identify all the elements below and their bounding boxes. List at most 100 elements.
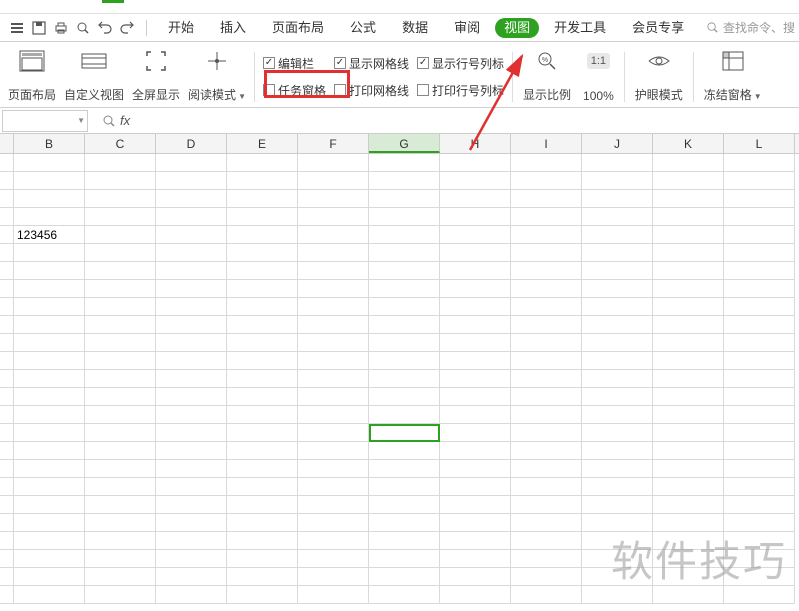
cell[interactable] xyxy=(369,226,440,244)
cell[interactable] xyxy=(0,388,14,406)
column-header[interactable]: I xyxy=(511,134,582,153)
cell[interactable] xyxy=(511,478,582,496)
cell[interactable] xyxy=(85,478,156,496)
cell[interactable] xyxy=(0,550,14,568)
cell[interactable] xyxy=(440,262,511,280)
cell[interactable] xyxy=(14,478,85,496)
cell[interactable] xyxy=(440,280,511,298)
column-header[interactable]: G xyxy=(369,134,440,153)
cell[interactable] xyxy=(440,388,511,406)
cell[interactable] xyxy=(724,370,795,388)
cell[interactable] xyxy=(14,586,85,604)
cell[interactable] xyxy=(0,586,14,604)
cell[interactable] xyxy=(298,406,369,424)
column-header[interactable]: F xyxy=(298,134,369,153)
cell[interactable] xyxy=(14,370,85,388)
cell[interactable] xyxy=(227,208,298,226)
cell[interactable] xyxy=(298,514,369,532)
cell[interactable] xyxy=(369,388,440,406)
cell[interactable] xyxy=(227,424,298,442)
cell[interactable] xyxy=(724,532,795,550)
cell[interactable] xyxy=(14,568,85,586)
cell[interactable] xyxy=(85,172,156,190)
cell[interactable] xyxy=(0,226,14,244)
cell[interactable] xyxy=(653,460,724,478)
cell[interactable] xyxy=(0,478,14,496)
cell[interactable] xyxy=(227,280,298,298)
cell[interactable] xyxy=(653,298,724,316)
cell[interactable] xyxy=(156,298,227,316)
cell[interactable] xyxy=(582,244,653,262)
cell[interactable] xyxy=(227,568,298,586)
cell[interactable] xyxy=(14,154,85,172)
cell[interactable] xyxy=(85,496,156,514)
cell[interactable] xyxy=(511,316,582,334)
cell[interactable] xyxy=(0,154,14,172)
cell[interactable] xyxy=(440,532,511,550)
column-header[interactable]: C xyxy=(85,134,156,153)
cell[interactable] xyxy=(227,532,298,550)
cell[interactable] xyxy=(511,172,582,190)
cell[interactable] xyxy=(156,568,227,586)
undo-icon[interactable] xyxy=(96,19,114,37)
cell[interactable] xyxy=(724,280,795,298)
cell[interactable] xyxy=(298,568,369,586)
cell[interactable] xyxy=(511,406,582,424)
cell[interactable] xyxy=(369,334,440,352)
cell[interactable] xyxy=(440,208,511,226)
cell[interactable] xyxy=(298,190,369,208)
cell[interactable] xyxy=(227,388,298,406)
cell[interactable] xyxy=(298,226,369,244)
cell[interactable] xyxy=(653,352,724,370)
cell[interactable] xyxy=(653,388,724,406)
cell[interactable] xyxy=(440,424,511,442)
cell[interactable] xyxy=(369,424,440,442)
cell[interactable] xyxy=(511,370,582,388)
tab-formula[interactable]: 公式 xyxy=(339,14,387,42)
cell[interactable] xyxy=(653,424,724,442)
cell[interactable] xyxy=(14,532,85,550)
reading-mode-button[interactable]: 阅读模式▼ xyxy=(184,47,250,107)
cell[interactable] xyxy=(653,442,724,460)
cell[interactable] xyxy=(14,298,85,316)
name-box[interactable]: ▼ xyxy=(2,110,88,132)
cell[interactable] xyxy=(227,334,298,352)
cell[interactable] xyxy=(653,478,724,496)
checkbox-task-pane[interactable]: 任务窗格 xyxy=(263,82,326,99)
cell[interactable] xyxy=(14,550,85,568)
cell[interactable] xyxy=(14,334,85,352)
cell[interactable] xyxy=(369,370,440,388)
cell[interactable] xyxy=(440,442,511,460)
cell[interactable] xyxy=(156,208,227,226)
cell[interactable] xyxy=(14,280,85,298)
cell[interactable] xyxy=(511,298,582,316)
freeze-panes-button[interactable]: 冻结窗格▼ xyxy=(698,47,768,107)
cell[interactable] xyxy=(724,514,795,532)
cell[interactable] xyxy=(582,496,653,514)
cell[interactable] xyxy=(511,352,582,370)
cell[interactable] xyxy=(14,496,85,514)
cell[interactable] xyxy=(156,226,227,244)
cell[interactable] xyxy=(156,442,227,460)
cell[interactable] xyxy=(85,244,156,262)
cell[interactable] xyxy=(653,316,724,334)
fullscreen-button[interactable]: 全屏显示 xyxy=(128,47,184,107)
cell[interactable] xyxy=(724,154,795,172)
cell[interactable] xyxy=(724,334,795,352)
cell[interactable] xyxy=(369,532,440,550)
cell[interactable] xyxy=(653,190,724,208)
cell[interactable] xyxy=(582,550,653,568)
cell[interactable] xyxy=(369,442,440,460)
cell[interactable] xyxy=(14,208,85,226)
cell[interactable] xyxy=(156,172,227,190)
cell[interactable] xyxy=(298,586,369,604)
cell[interactable] xyxy=(298,550,369,568)
cell[interactable] xyxy=(369,406,440,424)
cell[interactable] xyxy=(653,496,724,514)
cell[interactable] xyxy=(369,586,440,604)
cell[interactable] xyxy=(298,280,369,298)
cell[interactable] xyxy=(14,352,85,370)
cell[interactable] xyxy=(511,262,582,280)
cell[interactable] xyxy=(85,550,156,568)
cell[interactable] xyxy=(227,154,298,172)
